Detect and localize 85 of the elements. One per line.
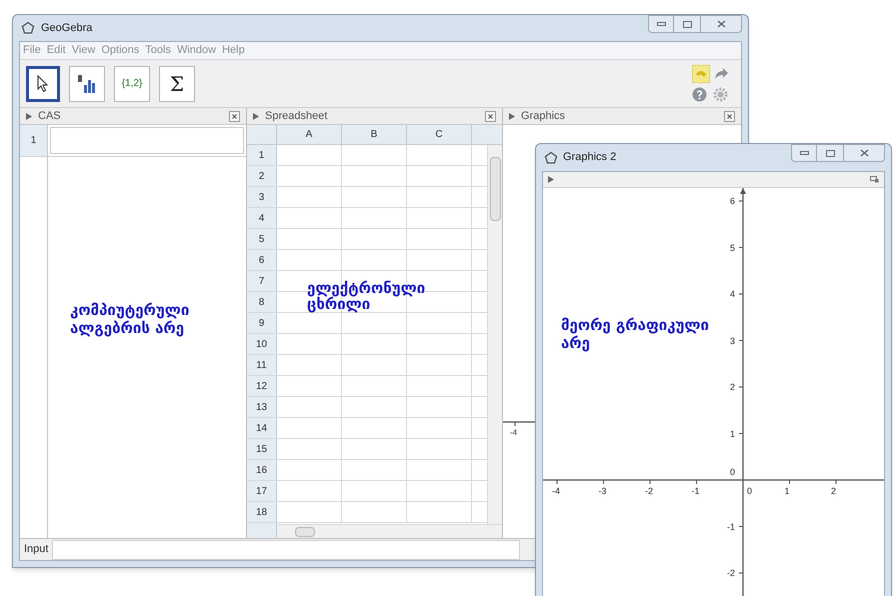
close-icon [232,114,237,118]
panel-close-button[interactable] [485,110,496,122]
row-number[interactable]: 11 [247,355,277,375]
close-icon [860,149,868,157]
row-number[interactable]: 17 [247,481,277,501]
input-field[interactable] [52,540,520,560]
axis-tick-label: -2 [645,486,654,496]
axis-tick-label: 1 [784,486,790,496]
row-number[interactable]: 7 [247,271,277,291]
axis-tick-label: 5 [728,242,735,252]
close-icon [716,20,726,28]
cas-area-label: კომპიუტერული ალგებრის არე [70,301,190,337]
tool-button[interactable] [69,66,105,102]
row-number[interactable]: 15 [247,439,277,459]
panel-title: Spreadsheet [265,108,328,124]
panel-close-button[interactable] [724,110,735,122]
pointer-icon [36,74,50,92]
axis-tick-label: 1 [728,428,735,438]
maximize-button[interactable] [674,15,700,33]
app-logo-icon [544,150,558,164]
graphics-area-label: მეორე გრაფიკული არე [561,316,710,352]
row-number[interactable]: 9 [247,313,277,333]
axis-tick-label: 6 [728,196,735,206]
tool-button[interactable]: Σ [159,66,195,102]
tool-button[interactable]: {1,2} [114,66,150,102]
maximize-icon [826,150,834,156]
expand-arrow-icon[interactable] [548,176,554,183]
axis-tick-label: 0 [728,467,735,477]
maximize-icon [682,20,692,28]
row-number[interactable]: 14 [247,418,277,438]
axis-tick-label: 0 [747,486,752,496]
help-icon[interactable] [692,87,707,102]
row-number[interactable]: 3 [247,187,277,207]
tool-button[interactable] [26,66,60,102]
minimize-icon [800,151,808,155]
row-number[interactable]: 13 [247,397,277,417]
row-number[interactable]: 5 [247,229,277,249]
axis-tick-label: -1 [726,522,735,532]
horizontal-scrollbar[interactable] [277,524,502,538]
expand-arrow-icon[interactable] [509,112,515,120]
input-label: Input [23,542,50,558]
axis-tick-label: -4 [510,427,518,439]
app-logo-icon [21,21,35,35]
row-number[interactable]: 12 [247,376,277,396]
row-number[interactable]: 4 [247,208,277,228]
minimize-button[interactable] [648,15,674,33]
axis-tick-label: -1 [692,486,700,496]
row-number[interactable]: 8 [247,292,277,312]
minimize-icon [656,22,666,26]
axis-tick-label: 3 [728,336,735,346]
close-button[interactable] [843,144,885,162]
cas-input-field[interactable] [50,127,244,154]
axis-tick-label: 2 [728,382,735,392]
axis-tick-label: -2 [726,568,735,578]
row-number[interactable]: 16 [247,460,277,480]
row-number[interactable]: 2 [247,166,277,186]
minimize-button[interactable] [791,144,817,162]
row-number[interactable]: 6 [247,250,277,270]
expand-arrow-icon[interactable] [253,112,259,120]
close-icon [727,114,732,118]
style-bar-icon[interactable] [870,176,879,183]
row-number[interactable]: 18 [247,502,277,522]
panel-title: CAS [38,108,62,124]
vertical-scrollbar[interactable] [487,145,502,524]
axis-tick-label: 2 [831,486,836,496]
axis-tick-label: 4 [728,289,735,299]
spreadsheet-area-label: ელექტრონული ცხრილი [307,280,426,312]
column-header[interactable]: B [342,125,407,145]
axis-tick-label: -4 [552,486,560,496]
column-header[interactable]: A [277,125,342,145]
window-title: Graphics 2 [563,150,618,166]
row-number: 1 [20,125,48,156]
close-button[interactable] [700,15,742,33]
window-title: GeoGebra [41,20,94,36]
maximize-button[interactable] [817,144,843,162]
panel-title: Graphics [521,108,566,124]
row-number[interactable]: 10 [247,334,277,354]
close-icon [488,114,493,118]
redo-icon[interactable] [713,65,729,81]
axis-tick-label: -3 [598,486,607,496]
panel-close-button[interactable] [229,110,240,122]
expand-arrow-icon[interactable] [26,112,32,120]
column-header[interactable]: C [407,125,472,145]
row-number[interactable]: 1 [247,145,277,165]
bar-chart-icon [77,74,97,94]
